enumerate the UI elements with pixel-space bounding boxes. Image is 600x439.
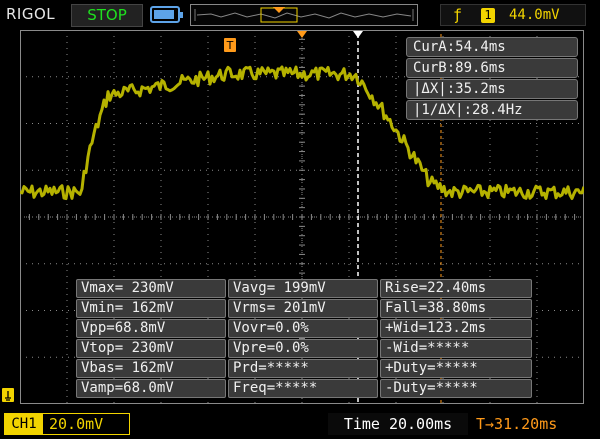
- meas-vrms: Vrms= 201mV: [228, 299, 378, 318]
- measurement-table: Vmax= 230mV Vmin= 162mV Vpp=68.8mV Vtop=…: [76, 279, 532, 401]
- meas-vamp: Vamp=68.0mV: [76, 379, 226, 398]
- battery-icon: [150, 6, 183, 23]
- meas-pos-duty: +Duty=*****: [380, 359, 532, 378]
- meas-pos-width: +Wid=123.2ms: [380, 319, 532, 338]
- meas-neg-width: -Wid=*****: [380, 339, 532, 358]
- rising-edge-icon: ƒ: [453, 6, 463, 24]
- meas-neg-duty: -Duty=*****: [380, 379, 532, 398]
- ch1-ground-marker-icon[interactable]: [2, 388, 16, 404]
- cursor-a-value: CurA:54.4ms: [406, 37, 578, 57]
- trigger-info-panel[interactable]: ƒ 1 44.0mV: [440, 4, 586, 26]
- trigger-position-marker-icon: [297, 31, 307, 38]
- brand-logo: RIGOL: [6, 5, 56, 23]
- ch1-scale-box[interactable]: CH1 20.0mV: [4, 413, 130, 435]
- trigger-level: 44.0mV: [509, 7, 560, 23]
- meas-vtop: Vtop= 230mV: [76, 339, 226, 358]
- meas-rise: Rise=22.40ms: [380, 279, 532, 298]
- waveform-overview-bar[interactable]: [190, 4, 418, 26]
- meas-freq: Freq=*****: [228, 379, 378, 398]
- meas-vpp: Vpp=68.8mV: [76, 319, 226, 338]
- meas-vpre: Vpre=0.0%: [228, 339, 378, 358]
- overview-waveform-icon: [194, 7, 414, 23]
- trigger-t-marker-icon: T: [224, 38, 236, 52]
- ch1-label: CH1: [5, 414, 43, 434]
- meas-vbas: Vbas= 162mV: [76, 359, 226, 378]
- cursor-readout-panel: CurA:54.4ms CurB:89.6ms |ΔX|:35.2ms |1/Δ…: [406, 37, 578, 121]
- trigger-source-badge: 1: [481, 8, 495, 23]
- meas-vavg: Vavg= 199mV: [228, 279, 378, 298]
- cursor-delta-x: |ΔX|:35.2ms: [406, 79, 578, 99]
- cursor-a-marker-icon: [353, 31, 363, 38]
- run-stop-indicator[interactable]: STOP: [71, 4, 143, 27]
- cursor-b-value: CurB:89.6ms: [406, 58, 578, 78]
- svg-text:T: T: [226, 39, 234, 52]
- meas-fall: Fall=38.80ms: [380, 299, 532, 318]
- meas-vmax: Vmax= 230mV: [76, 279, 226, 298]
- meas-vovr: Vovr=0.0%: [228, 319, 378, 338]
- trigger-offset[interactable]: T→31.20ms: [476, 413, 588, 435]
- ch1-volts-per-div: 20.0mV: [49, 415, 104, 433]
- meas-vmin: Vmin= 162mV: [76, 299, 226, 318]
- meas-prd: Prd=*****: [228, 359, 378, 378]
- cursor-inverse-delta-x: |1/ΔX|:28.4Hz: [406, 100, 578, 120]
- timebase[interactable]: Time 20.00ms: [328, 413, 468, 435]
